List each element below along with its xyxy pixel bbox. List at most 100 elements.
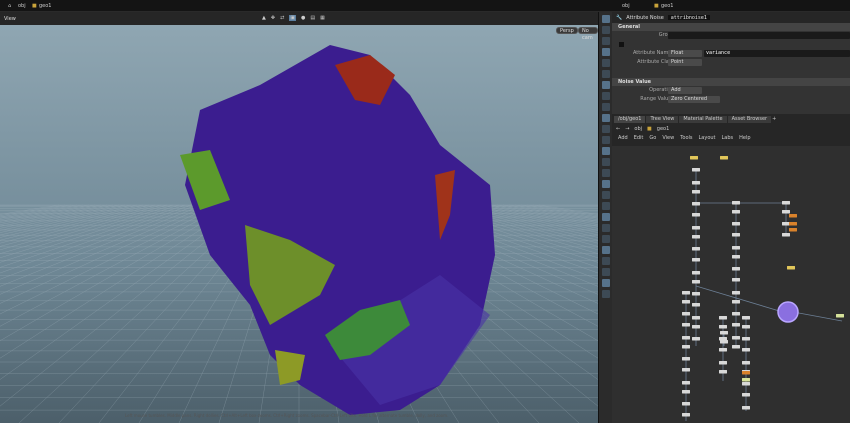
network-node[interactable] [732, 222, 740, 226]
net-path-node[interactable]: geo1 [657, 126, 670, 131]
network-node[interactable] [682, 323, 690, 327]
display-option-icon[interactable] [602, 26, 610, 34]
network-node[interactable] [732, 345, 740, 349]
network-node[interactable] [732, 291, 740, 295]
move-tool-icon[interactable]: ✥ [271, 15, 275, 21]
menu-help[interactable]: Help [739, 135, 750, 141]
section-noise-value[interactable]: Noise Value [612, 78, 850, 86]
tab-tree-view[interactable]: Tree View [646, 116, 678, 123]
add-tab-icon[interactable]: + [772, 116, 776, 122]
display-option-icon[interactable] [602, 268, 610, 276]
menu-labs[interactable]: Labs [722, 135, 734, 141]
network-node[interactable] [742, 337, 750, 341]
display-option-icon[interactable] [602, 202, 610, 210]
network-node[interactable] [682, 357, 690, 361]
network-node[interactable] [742, 393, 750, 397]
net-path-node[interactable]: geo1 [661, 3, 674, 9]
network-node[interactable] [682, 368, 690, 372]
net-path-root[interactable]: obj [634, 126, 642, 131]
network-node[interactable] [692, 247, 700, 251]
selected-node-glow[interactable] [778, 302, 798, 322]
display-option-icon[interactable] [602, 15, 610, 23]
display-option-icon[interactable] [602, 180, 610, 188]
menu-tools[interactable]: Tools [680, 135, 692, 141]
select-tool-icon[interactable]: ▲ [262, 15, 266, 21]
display-option-icon[interactable] [602, 37, 610, 45]
display-option-icon[interactable] [602, 59, 610, 67]
menu-layout[interactable]: Layout [699, 135, 716, 141]
network-node[interactable] [692, 181, 700, 185]
network-node[interactable] [742, 348, 750, 352]
menu-edit[interactable]: Edit [634, 135, 644, 141]
network-node[interactable] [692, 190, 700, 194]
net-path-root[interactable]: obj [622, 3, 630, 9]
tab-material-palette[interactable]: Material Palette [679, 116, 726, 123]
handle-tool-icon[interactable]: ⇄ [280, 15, 284, 21]
network-node[interactable] [692, 325, 700, 329]
network-node[interactable] [732, 323, 740, 327]
network-node[interactable] [719, 325, 727, 329]
network-node[interactable] [789, 228, 797, 232]
range-dropdown[interactable]: Zero Centered [668, 96, 720, 103]
display-option-icon[interactable] [602, 81, 610, 89]
network-node[interactable] [719, 337, 727, 341]
network-node[interactable] [692, 280, 700, 284]
display-option-icon[interactable] [602, 224, 610, 232]
display-option-icon[interactable] [602, 92, 610, 100]
section-general[interactable]: General [612, 23, 850, 31]
display-option-icon[interactable] [602, 235, 610, 243]
network-node[interactable] [742, 382, 750, 386]
camera-icon[interactable]: ▦ [320, 15, 325, 21]
network-node[interactable] [682, 402, 690, 406]
network-node[interactable] [682, 390, 690, 394]
attr-names-field[interactable]: variance [704, 50, 850, 57]
menu-go[interactable]: Go [649, 135, 656, 141]
point-icon[interactable]: ● [301, 15, 305, 21]
network-node[interactable] [787, 266, 795, 270]
network-node[interactable] [719, 316, 727, 320]
network-node[interactable] [732, 300, 740, 304]
snapshot-icon[interactable]: ▤ [310, 15, 315, 21]
network-node[interactable] [719, 361, 727, 365]
back-icon[interactable]: ← [616, 126, 620, 131]
network-node[interactable] [682, 345, 690, 349]
display-option-icon[interactable] [602, 290, 610, 298]
network-node[interactable] [692, 213, 700, 217]
network-node[interactable] [732, 201, 740, 205]
network-node[interactable] [782, 222, 790, 226]
display-option-icon[interactable] [602, 114, 610, 122]
network-node[interactable] [732, 336, 740, 340]
network-node[interactable] [692, 292, 700, 296]
network-node[interactable] [742, 371, 750, 375]
network-node[interactable] [692, 258, 700, 262]
display-option-icon[interactable] [602, 70, 610, 78]
display-option-icon[interactable] [602, 158, 610, 166]
tab-network[interactable]: /obj/geo1 [614, 116, 645, 123]
menu-view[interactable]: View [662, 135, 674, 141]
network-node[interactable] [720, 331, 728, 335]
network-node[interactable] [692, 271, 700, 275]
display-option-icon[interactable] [602, 169, 610, 177]
node-graph[interactable] [612, 146, 850, 423]
path-root[interactable]: obj [18, 3, 26, 9]
network-node[interactable] [692, 316, 700, 320]
network-node[interactable] [682, 291, 690, 295]
network-node[interactable] [732, 267, 740, 271]
network-node[interactable] [719, 348, 727, 352]
network-node[interactable] [732, 210, 740, 214]
network-node[interactable] [692, 235, 700, 239]
menu-add[interactable]: Add [618, 135, 628, 141]
operation-dropdown[interactable]: Add [668, 87, 702, 94]
network-node[interactable] [732, 312, 740, 316]
tab-asset-browser[interactable]: Asset Browser [728, 116, 772, 123]
display-option-icon[interactable] [602, 136, 610, 144]
path-node[interactable]: geo1 [39, 3, 52, 9]
network-node[interactable] [732, 255, 740, 259]
network-node[interactable] [682, 312, 690, 316]
display-option-icon[interactable] [602, 246, 610, 254]
network-node[interactable] [742, 325, 750, 329]
network-node[interactable] [782, 201, 790, 205]
network-node[interactable] [789, 214, 797, 218]
network-node[interactable] [742, 378, 750, 382]
network-node[interactable] [692, 202, 700, 206]
